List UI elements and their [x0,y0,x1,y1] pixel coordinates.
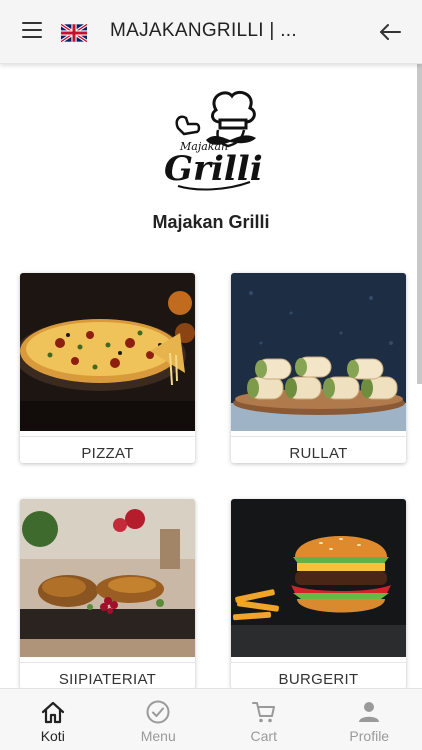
burger-image [231,499,406,657]
wings-image [20,499,195,657]
app-bar: MAJAKANGRILLI | ... [0,0,422,64]
nav-item-koti[interactable]: Koti [0,689,106,750]
page-title: MAJAKANGRILLI | ... [110,20,297,41]
hamburger-menu-icon[interactable] [22,22,42,40]
nav-item-menu[interactable]: Menu [106,689,212,750]
nav-label: Cart [250,728,277,744]
category-label: PIZZAT [20,436,195,463]
shop-name: Majakan Grilli [152,212,270,232]
nav-label: Koti [40,728,65,744]
category-card-rullat[interactable]: RULLAT [231,273,406,463]
category-label: RULLAT [231,436,406,463]
nav-label: Profile [349,728,390,744]
category-label: BURGERIT [231,662,406,688]
arrow-left-icon[interactable] [378,22,402,42]
check-circle-icon [146,700,170,724]
cart-icon [251,702,275,723]
main-content: Majakan Grilli Majakan Grilli PIZZAT RUL… [0,64,417,688]
person-icon [359,702,380,722]
pizza-image [20,273,195,431]
nav-item-profile[interactable]: Profile [317,689,422,750]
bottom-navigation: Koti Menu Cart Profile [0,688,422,750]
rolls-image [231,273,406,431]
nav-item-cart[interactable]: Cart [211,689,317,750]
category-label: SIIPIATERIAT [20,662,195,688]
restaurant-logo: Majakan Grilli [164,91,263,191]
uk-flag-icon[interactable] [61,24,87,42]
nav-label: Menu [140,728,176,744]
category-card-siipiateriat[interactable]: SIIPIATERIAT [20,499,195,688]
home-icon [41,701,64,724]
category-card-burgerit[interactable]: BURGERIT [231,499,406,688]
scrollbar[interactable] [417,64,422,384]
category-card-pizzat[interactable]: PIZZAT [20,273,195,463]
